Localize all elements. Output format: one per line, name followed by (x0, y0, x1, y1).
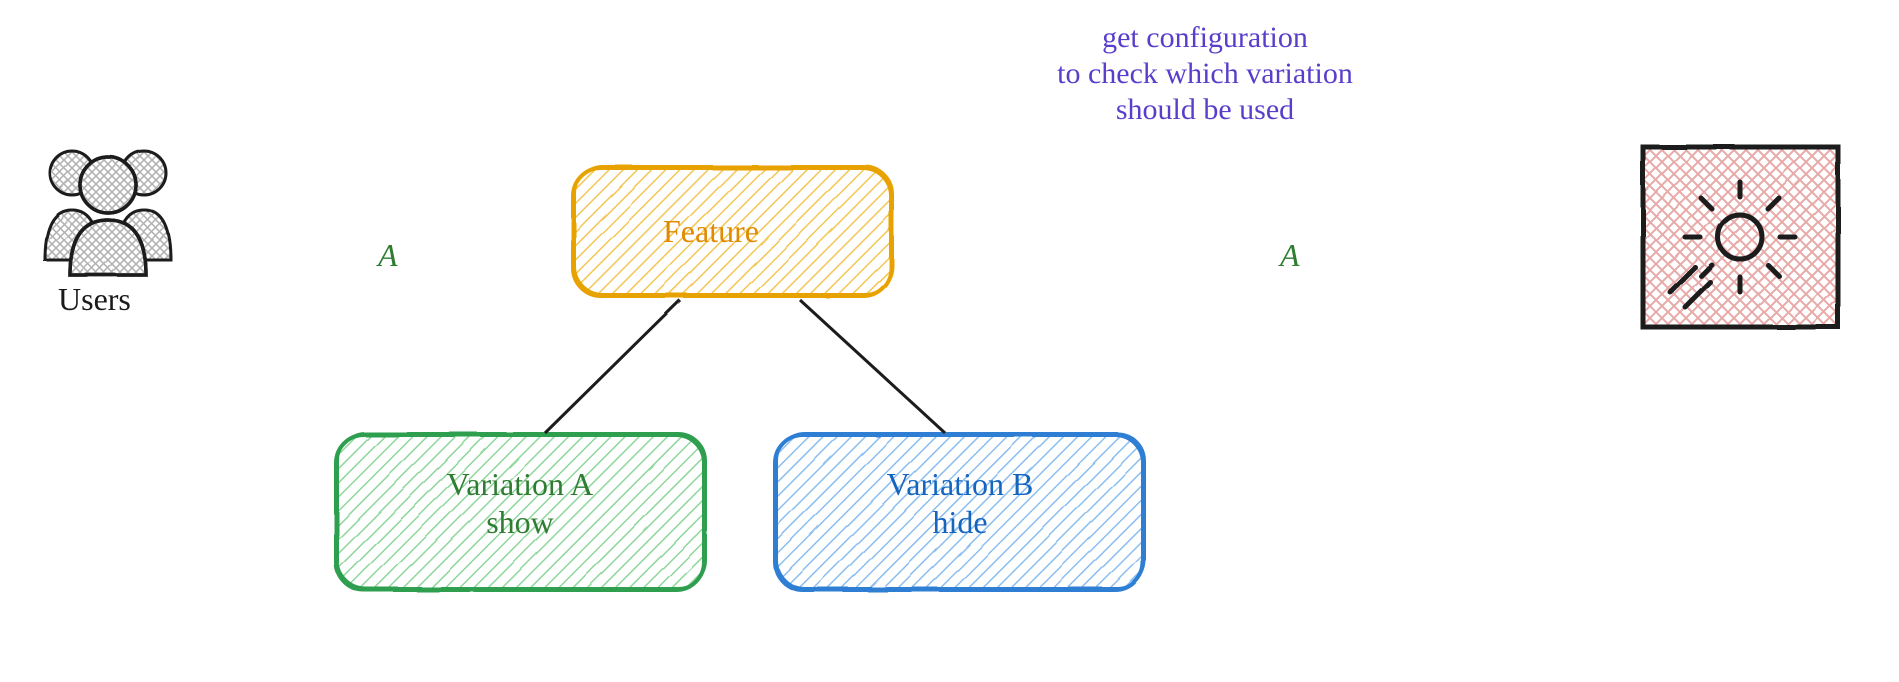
users-label: Users (58, 280, 131, 318)
variation-a-subtitle: show (486, 504, 554, 540)
variation-b-title: Variation B (887, 466, 1034, 502)
variation-a-title: Variation A (447, 466, 594, 502)
config-gear-box (1643, 147, 1838, 327)
variation-b-label: Variation B hide (860, 465, 1060, 542)
return-label-a-left: A (378, 236, 398, 274)
diagram-svg (0, 0, 1899, 682)
connector-feature-to-b (800, 300, 945, 433)
annotation-line2: to check which variation (1057, 57, 1353, 90)
diagram-canvas: Users Feature Variation A show Variation… (0, 0, 1899, 682)
variation-b-subtitle: hide (932, 504, 987, 540)
connector-feature-to-a (545, 300, 680, 433)
annotation-text: get configuration to check which variati… (990, 20, 1420, 128)
annotation-line3: should be used (1116, 93, 1294, 126)
annotation-line1: get configuration (1102, 21, 1308, 54)
users-icon (45, 151, 171, 275)
feature-label: Feature (663, 212, 759, 250)
return-label-a-right: A (1280, 236, 1300, 274)
variation-a-label: Variation A show (420, 465, 620, 542)
